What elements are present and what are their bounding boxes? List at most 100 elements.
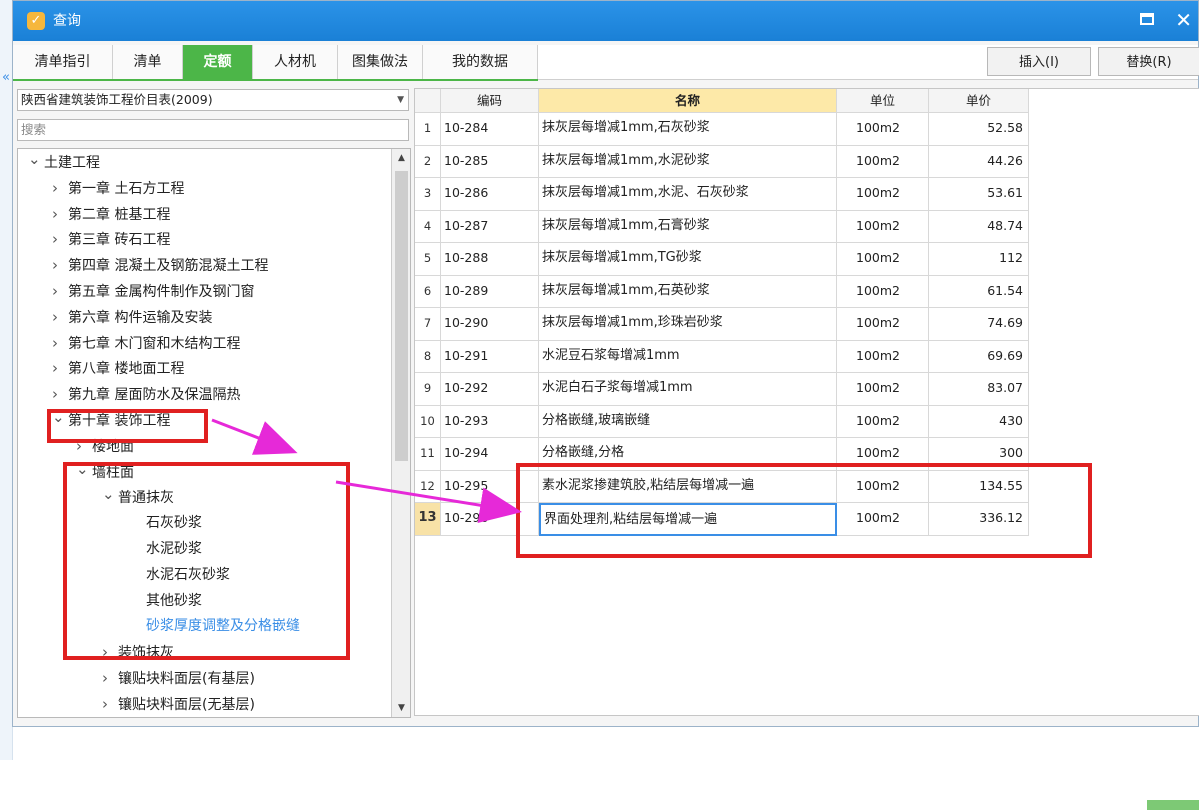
cell-n[interactable]: 4 bbox=[415, 210, 441, 243]
maximize-icon[interactable] bbox=[1140, 13, 1154, 25]
cell-n[interactable]: 7 bbox=[415, 308, 441, 341]
cell-n[interactable]: 12 bbox=[415, 470, 441, 503]
tree-node[interactable]: › 第八章 楼地面工程 bbox=[52, 357, 184, 380]
cell-unit[interactable]: 100m2 bbox=[837, 308, 929, 341]
cell-unit[interactable]: 100m2 bbox=[837, 210, 929, 243]
cell-price[interactable]: 53.61 bbox=[929, 178, 1029, 211]
tree-node[interactable]: › 第一章 土石方工程 bbox=[52, 177, 184, 200]
cell-name[interactable]: 抹灰层每增减1mm,石英砂浆 bbox=[539, 275, 837, 308]
cell-unit[interactable]: 100m2 bbox=[837, 340, 929, 373]
cell-price[interactable]: 74.69 bbox=[929, 308, 1029, 341]
cell-price[interactable]: 61.54 bbox=[929, 275, 1029, 308]
cell-unit[interactable]: 100m2 bbox=[837, 178, 929, 211]
cell-price[interactable]: 48.74 bbox=[929, 210, 1029, 243]
chevron-right-icon[interactable]: › bbox=[52, 280, 68, 303]
cell-unit[interactable]: 100m2 bbox=[837, 373, 929, 406]
tree-node[interactable]: › 第三章 砖石工程 bbox=[52, 228, 170, 251]
column-header[interactable]: 名称 bbox=[539, 89, 837, 113]
tree-node[interactable]: › 镶贴块料面层(无基层) bbox=[102, 693, 255, 716]
column-header[interactable]: 编码 bbox=[441, 89, 539, 113]
cell-unit[interactable]: 100m2 bbox=[837, 113, 929, 146]
cell-code[interactable]: 10-288 bbox=[441, 243, 539, 276]
chevron-down-icon[interactable]: ⌄ bbox=[28, 149, 44, 171]
cell-unit[interactable]: 100m2 bbox=[837, 405, 929, 438]
scroll-down-icon[interactable]: ▼ bbox=[392, 699, 410, 717]
cell-n[interactable]: 11 bbox=[415, 438, 441, 471]
cell-n[interactable]: 10 bbox=[415, 405, 441, 438]
cell-code[interactable]: 10-286 bbox=[441, 178, 539, 211]
cell-name[interactable]: 抹灰层每增减1mm,珍珠岩砂浆 bbox=[539, 308, 837, 341]
dropdown-arrow-icon[interactable]: ▼ bbox=[397, 90, 404, 110]
cell-code[interactable]: 10-292 bbox=[441, 373, 539, 406]
chevron-right-icon[interactable]: › bbox=[52, 203, 68, 226]
chevron-right-icon[interactable]: › bbox=[52, 383, 68, 406]
tree-scrollbar[interactable]: ▲ ▼ bbox=[391, 149, 410, 717]
cell-price[interactable]: 430 bbox=[929, 405, 1029, 438]
cell-n[interactable]: 1 bbox=[415, 113, 441, 146]
chevron-right-icon[interactable]: › bbox=[102, 693, 118, 716]
cell-n[interactable]: 13 bbox=[415, 503, 441, 536]
scroll-thumb[interactable] bbox=[395, 171, 408, 461]
tree-node[interactable]: › 镶贴块料面层(有基层) bbox=[102, 667, 255, 690]
cell-code[interactable]: 10-290 bbox=[441, 308, 539, 341]
cell-price[interactable]: 69.69 bbox=[929, 340, 1029, 373]
cell-name[interactable]: 水泥豆石浆每增减1mm bbox=[539, 340, 837, 373]
cell-name[interactable]: 抹灰层每增减1mm,水泥、石灰砂浆 bbox=[539, 178, 837, 211]
cell-n[interactable]: 8 bbox=[415, 340, 441, 373]
cell-unit[interactable]: 100m2 bbox=[837, 243, 929, 276]
tree-node[interactable]: ⌄ 土建工程 bbox=[28, 149, 100, 174]
tab-list[interactable]: 清单 bbox=[113, 45, 183, 79]
cell-n[interactable]: 9 bbox=[415, 373, 441, 406]
tree-node[interactable]: › 第二章 桩基工程 bbox=[52, 203, 170, 226]
tree-node[interactable]: › 第七章 木门窗和木结构工程 bbox=[52, 332, 240, 355]
scroll-up-icon[interactable]: ▲ bbox=[392, 149, 410, 167]
cell-code[interactable]: 10-284 bbox=[441, 113, 539, 146]
cell-name[interactable]: 抹灰层每增减1mm,石灰砂浆 bbox=[539, 113, 837, 146]
title-bar[interactable]: ✓ 查询 ✕ bbox=[13, 1, 1198, 41]
cell-price[interactable]: 112 bbox=[929, 243, 1029, 276]
cell-code[interactable]: 10-291 bbox=[441, 340, 539, 373]
cell-price[interactable]: 83.07 bbox=[929, 373, 1029, 406]
library-select[interactable]: 陕西省建筑装饰工程价目表(2009) ▼ bbox=[17, 89, 409, 111]
close-icon[interactable]: ✕ bbox=[1175, 8, 1192, 32]
replace-button[interactable]: 替换(R) bbox=[1098, 47, 1199, 76]
cell-name[interactable]: 抹灰层每增减1mm,石膏砂浆 bbox=[539, 210, 837, 243]
tab-atlas-method[interactable]: 图集做法 bbox=[338, 45, 423, 79]
insert-button[interactable]: 插入(I) bbox=[987, 47, 1091, 76]
chevron-right-icon[interactable]: › bbox=[52, 306, 68, 329]
cell-unit[interactable]: 100m2 bbox=[837, 145, 929, 178]
cell-code[interactable]: 10-293 bbox=[441, 405, 539, 438]
cell-n[interactable]: 3 bbox=[415, 178, 441, 211]
tab-list-guide[interactable]: 清单指引 bbox=[13, 45, 113, 79]
cell-unit[interactable]: 100m2 bbox=[837, 275, 929, 308]
cell-n[interactable]: 2 bbox=[415, 145, 441, 178]
chevron-right-icon[interactable]: › bbox=[102, 667, 118, 690]
tab-quota[interactable]: 定额 bbox=[183, 45, 253, 79]
chevron-right-icon[interactable]: › bbox=[52, 357, 68, 380]
cell-price[interactable]: 44.26 bbox=[929, 145, 1029, 178]
chevron-right-icon[interactable]: › bbox=[52, 332, 68, 355]
tab-labor-material-machine[interactable]: 人材机 bbox=[253, 45, 338, 79]
search-input[interactable]: 搜索 bbox=[17, 119, 409, 141]
cell-n[interactable]: 5 bbox=[415, 243, 441, 276]
cell-code[interactable]: 10-289 bbox=[441, 275, 539, 308]
cell-code[interactable]: 10-287 bbox=[441, 210, 539, 243]
chevron-right-icon[interactable]: › bbox=[52, 177, 68, 200]
chevron-right-icon[interactable]: › bbox=[52, 228, 68, 251]
cell-name[interactable]: 分格嵌缝,玻璃嵌缝 bbox=[539, 405, 837, 438]
tree-node[interactable]: › 第六章 构件运输及安装 bbox=[52, 306, 212, 329]
cell-name[interactable]: 抹灰层每增减1mm,水泥砂浆 bbox=[539, 145, 837, 178]
column-header[interactable]: 单位 bbox=[837, 89, 929, 113]
chevron-right-icon[interactable]: › bbox=[52, 254, 68, 277]
cell-code[interactable]: 10-285 bbox=[441, 145, 539, 178]
collapse-left-icon[interactable]: « bbox=[0, 70, 12, 85]
cell-price[interactable]: 52.58 bbox=[929, 113, 1029, 146]
cell-n[interactable]: 6 bbox=[415, 275, 441, 308]
tree-node[interactable]: › 第五章 金属构件制作及钢门窗 bbox=[52, 280, 254, 303]
cell-name[interactable]: 水泥白石子浆每增减1mm bbox=[539, 373, 837, 406]
tree-node[interactable]: › 第九章 屋面防水及保温隔热 bbox=[52, 383, 240, 406]
column-header[interactable]: 单价 bbox=[929, 89, 1029, 113]
tab-my-data[interactable]: 我的数据 bbox=[423, 45, 538, 79]
cell-name[interactable]: 抹灰层每增减1mm,TG砂浆 bbox=[539, 243, 837, 276]
expand-handle[interactable] bbox=[1147, 800, 1199, 810]
